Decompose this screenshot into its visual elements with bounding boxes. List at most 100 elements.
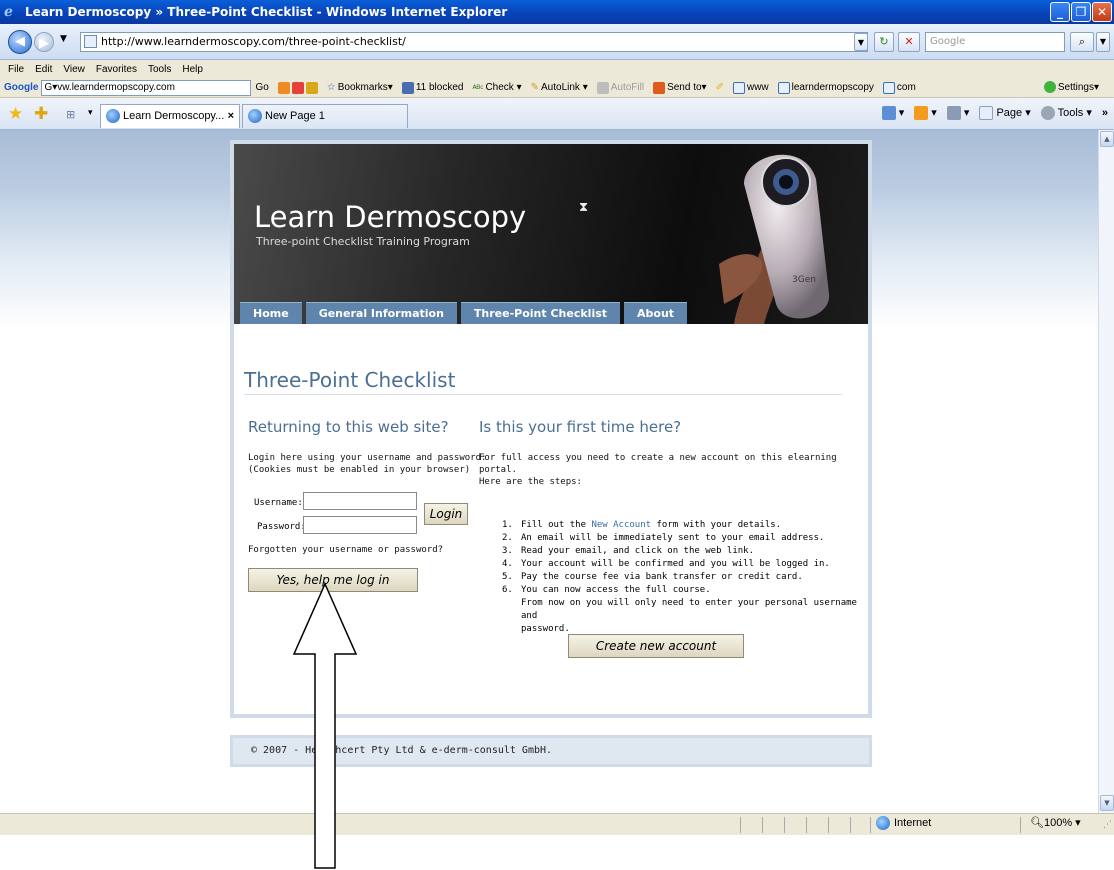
search-term-www[interactable]: www <box>732 81 769 94</box>
popup-icon <box>291 81 304 94</box>
print-button[interactable]: ▾ <box>946 106 969 121</box>
google-go-button[interactable]: Go <box>255 82 268 93</box>
device-brand: 3Gen <box>792 275 816 285</box>
zone-label: Internet <box>894 817 932 829</box>
favorites-center-icon[interactable]: ★ <box>8 104 23 124</box>
menu-bar: File Edit View Favorites Tools Help <box>0 60 1114 78</box>
bookmarks-label: Bookmarks▾ <box>337 82 393 93</box>
globe-icon <box>876 816 890 830</box>
status-divider <box>740 817 741 833</box>
password-input[interactable] <box>303 516 417 534</box>
wand-icon: ✎ <box>530 82 539 93</box>
bookmarks-button[interactable]: ☆ Bookmarks▾ <box>327 82 393 93</box>
step-text: You can now access the full course. <box>521 585 711 595</box>
zoom-control[interactable]: 🔍︎100% ▾ <box>1030 816 1081 829</box>
settings-icon <box>1043 81 1056 93</box>
nav-general-information[interactable]: General Information <box>305 302 457 324</box>
quick-tabs-icon[interactable]: ⊞ <box>66 108 75 121</box>
site-title: Learn Dermoscopy <box>254 200 527 234</box>
search-options-icon[interactable]: ▼ <box>1096 32 1110 52</box>
dermatoscope-image: 3Gen <box>719 154 830 324</box>
step-text: Read your email, and click on the web li… <box>521 546 754 556</box>
home-button[interactable]: ▾ <box>881 106 904 121</box>
add-favorite-icon[interactable]: ✚ <box>34 104 48 124</box>
menu-help[interactable]: Help <box>182 64 203 75</box>
nav-home[interactable]: Home <box>240 302 302 324</box>
vertical-scrollbar[interactable]: ▲ ▼ <box>1098 130 1114 813</box>
page-menu-label: Page ▾ <box>996 107 1031 119</box>
restore-button[interactable]: ❐ <box>1071 2 1091 22</box>
scroll-down-icon[interactable]: ▼ <box>1100 795 1114 811</box>
command-bar: ▾ ▾ ▾ Page ▾ Tools ▾ » <box>881 106 1108 121</box>
address-dropdown-icon[interactable]: ▼ <box>854 33 868 51</box>
zoom-icon: 🔍︎ <box>1030 817 1044 829</box>
step-text: Your account will be confirmed and you w… <box>521 559 830 569</box>
refresh-button[interactable]: ↻ <box>874 32 894 52</box>
blank-area <box>0 835 1114 870</box>
blocked-label: 11 blocked <box>415 82 464 93</box>
step-number: 4. <box>502 559 513 569</box>
address-input[interactable]: http://www.learndermoscopy.com/three-poi… <box>80 32 868 52</box>
status-divider <box>850 817 851 833</box>
first-time-heading: Is this your first time here? <box>479 418 682 436</box>
tab-learn-dermoscopy[interactable]: Learn Dermoscopy... × <box>100 104 240 128</box>
scroll-up-icon[interactable]: ▲ <box>1100 131 1114 147</box>
feeds-button[interactable]: ▾ <box>914 106 937 121</box>
history-dropdown-icon[interactable]: ▼ <box>60 34 67 44</box>
menu-tools[interactable]: Tools <box>148 64 171 75</box>
new-account-link[interactable]: New Account <box>591 520 651 530</box>
star-icon: ☆ <box>326 82 336 93</box>
toolbar-extras[interactable] <box>277 81 318 94</box>
returning-heading: Returning to this web site? <box>248 418 449 436</box>
search-term-com[interactable]: com <box>882 81 916 94</box>
ie-page-icon <box>248 109 262 123</box>
menu-edit[interactable]: Edit <box>35 64 52 75</box>
menu-favorites[interactable]: Favorites <box>96 64 137 75</box>
tab-list-icon[interactable]: ▾ <box>88 108 93 118</box>
stop-button[interactable]: ✕ <box>898 32 920 52</box>
back-button[interactable]: ◀ <box>8 30 32 54</box>
menu-file[interactable]: File <box>8 64 24 75</box>
security-zone[interactable]: Internet <box>876 816 931 830</box>
pagerank-icon <box>277 81 290 94</box>
step-number: 6. <box>502 585 513 595</box>
highlight-button[interactable]: ✐ <box>716 82 724 93</box>
status-bar: Internet 🔍︎100% ▾ ⋰ <box>0 813 1114 835</box>
search-input[interactable]: Google <box>925 32 1065 52</box>
popup-blocker-button[interactable]: 11 blocked <box>401 81 464 94</box>
username-input[interactable] <box>303 492 417 510</box>
google-logo[interactable]: Google <box>0 82 38 93</box>
settings-button[interactable]: Settings▾ <box>1043 81 1099 93</box>
close-window-button[interactable]: ✕ <box>1092 2 1112 22</box>
autofill-button[interactable]: AutoFill <box>596 81 644 94</box>
menu-view[interactable]: View <box>63 64 85 75</box>
tab-label: New Page 1 <box>265 110 325 122</box>
status-divider <box>828 817 829 833</box>
close-tab-icon[interactable]: × <box>228 105 234 127</box>
forward-button[interactable]: ▶ <box>34 32 54 52</box>
page-icon <box>84 35 97 48</box>
step-text: An email will be immediately sent to you… <box>521 533 825 543</box>
resize-grip-icon[interactable]: ⋰ <box>1103 820 1112 830</box>
send-to-button[interactable]: Send to▾ <box>653 81 707 94</box>
step-number: 2. <box>502 533 513 543</box>
tab-new-page-1[interactable]: New Page 1 <box>242 104 408 128</box>
magnifier-icon <box>777 81 790 94</box>
nav-three-point-checklist[interactable]: Three-Point Checklist <box>460 302 621 324</box>
google-search-input[interactable]: G▾vw.learndermopscopy.com <box>41 79 252 96</box>
autolink-button[interactable]: ✎ AutoLink ▾ <box>531 82 588 93</box>
nav-about[interactable]: About <box>624 302 688 324</box>
page-menu-button[interactable]: Page ▾ <box>979 106 1031 121</box>
list-item: 4. Your account will be confirmed and you… <box>502 558 868 571</box>
search-term-site[interactable]: learndermopscopy <box>777 81 874 94</box>
username-label: Username: <box>254 498 303 508</box>
more-commands-button[interactable]: » <box>1102 107 1108 119</box>
tools-menu-button[interactable]: Tools ▾ <box>1040 106 1092 121</box>
create-account-button[interactable]: Create new account <box>568 634 744 658</box>
steps-intro: Here are the steps: <box>479 477 582 487</box>
login-button[interactable]: Login <box>424 503 468 525</box>
ie-page-icon <box>106 109 120 123</box>
minimize-button[interactable]: _ <box>1050 2 1070 22</box>
search-icon[interactable]: ⌕ <box>1070 32 1094 52</box>
spellcheck-button[interactable]: ᴬᴮᶜ Check ▾ <box>472 82 521 93</box>
